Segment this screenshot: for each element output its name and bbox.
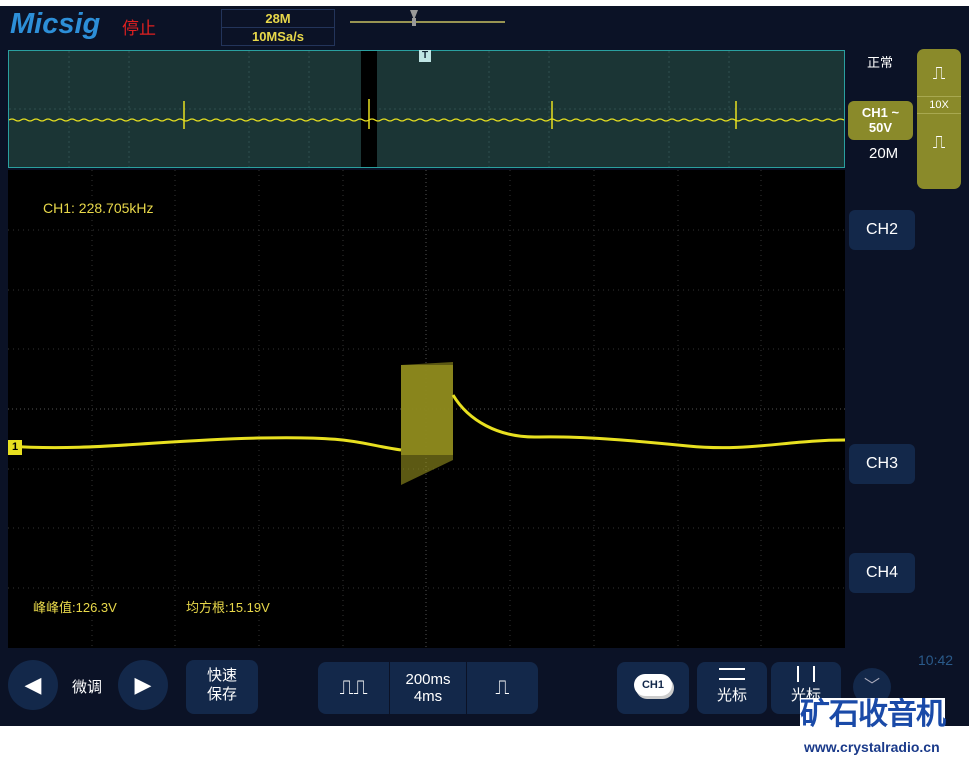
watermark-title: 矿石收音机: [800, 698, 946, 732]
ch2-button[interactable]: CH2: [849, 210, 915, 250]
probe-panel[interactable]: ⎍ 10X ⎍: [917, 49, 961, 189]
rms-readout: 均方根:15.19V: [186, 600, 270, 615]
channel-select-button[interactable]: CH1: [617, 662, 689, 714]
quick-save-label-1: 快速: [206, 667, 237, 684]
ch1-stack-icon: CH1: [634, 674, 672, 696]
timebase-value: 200ms: [405, 671, 451, 688]
horizontal-cursor-button[interactable]: 光标: [697, 662, 767, 714]
horizontal-cursor-icon: [719, 668, 745, 680]
fine-tune-label: 微调: [72, 679, 103, 696]
trigger-marker[interactable]: T: [419, 50, 431, 62]
trigger-mode[interactable]: 正常: [867, 52, 893, 71]
timebase-increase-icon[interactable]: ⎍: [467, 662, 538, 714]
right-arrow-icon: ▶: [134, 672, 152, 697]
horizontal-cursor-label: 光标: [716, 687, 747, 704]
quick-save-button[interactable]: 快速 保存: [186, 660, 258, 714]
rising-edge-icon[interactable]: ⎍: [917, 63, 961, 84]
timebase-control: ⎍⎍ 200ms 4ms ⎍: [318, 662, 538, 714]
trigger-position-slider[interactable]: [350, 8, 510, 32]
left-arrow-icon: ◀: [24, 672, 42, 697]
memory-depth: 28M: [265, 11, 291, 26]
quick-save-label-2: 保存: [206, 686, 237, 703]
sample-rate: 10MSa/s: [222, 27, 334, 45]
timebase-decrease-icon[interactable]: ⎍⎍: [318, 662, 391, 714]
ch1-level-marker[interactable]: 1: [8, 440, 22, 455]
ch1-label: CH1 ~: [861, 105, 900, 120]
ch1-bandwidth: 20M: [869, 145, 899, 162]
run-status[interactable]: 停止: [122, 14, 156, 39]
brand-logo: Micsig: [10, 8, 101, 40]
chevron-down-icon: ﹀: [863, 678, 880, 695]
ch1-button[interactable]: CH1 ~ 50V: [848, 101, 913, 140]
fine-right-button[interactable]: ▶: [118, 660, 168, 710]
waveform-display[interactable]: CH1: 228.705kHz 峰峰值:126.3V 均方根:15.19V: [8, 170, 845, 648]
ch3-button[interactable]: CH3: [849, 444, 915, 484]
frequency-readout: CH1: 228.705kHz: [43, 200, 154, 216]
timebase-sub-value: 4ms: [413, 688, 443, 705]
ch1-scale: 50V: [868, 120, 893, 135]
vertical-cursor-icon: [797, 666, 815, 682]
peak-to-peak-readout: 峰峰值:126.3V: [33, 600, 117, 615]
ch4-button[interactable]: CH4: [849, 553, 915, 593]
fine-left-button[interactable]: ◀: [8, 660, 58, 710]
clock: 10:42: [918, 652, 954, 668]
waveform-overview[interactable]: [8, 50, 845, 168]
acquisition-info[interactable]: 28M 10MSa/s: [221, 9, 335, 46]
timebase-readout[interactable]: 200ms 4ms: [390, 662, 467, 714]
probe-ratio[interactable]: 10X: [917, 96, 961, 114]
pulse-icon[interactable]: ⎍: [917, 132, 961, 153]
watermark-url: www.crystalradio.cn: [804, 739, 940, 755]
